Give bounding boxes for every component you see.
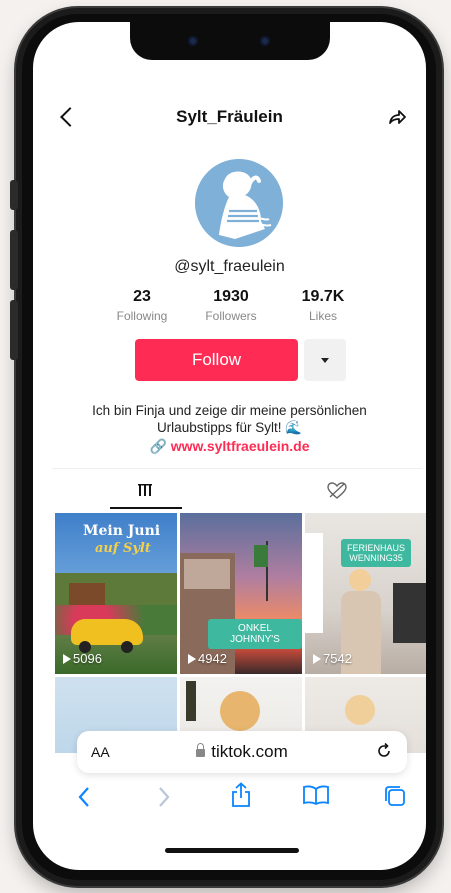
tile-person-head [349,569,371,591]
tile-person-head [220,691,260,731]
tile-person-head [345,695,375,725]
bookmarks-icon[interactable] [303,785,329,805]
tile-tag-line: WENNING35 [349,553,403,563]
video-tile[interactable]: Mein Juni auf Sylt 5096 [55,513,177,674]
tile-subtitle: auf Sylt [95,541,151,556]
tile-tag: FERIENHAUS WENNING35 [341,539,412,567]
profile-link[interactable]: 🔗 www.syltfraeulein.de [33,438,426,455]
bio-line: Urlaubstipps für Sylt! 🌊 [156,420,303,435]
stat-followers[interactable]: 1930 Followers [191,288,271,323]
share-sheet-icon[interactable] [231,782,251,808]
browser-address-bar[interactable]: AA tiktok.com [77,731,407,773]
tile-window [184,559,230,589]
phone-screen: Sylt_Fräulein @sylt_fraeulein 23 Followi… [33,22,426,870]
stat-following[interactable]: 23 Following [102,288,182,323]
bio-line: Ich bin Finja und zeige dir meine persön… [92,403,367,418]
view-count: 4942 [188,651,227,666]
reload-icon[interactable] [375,742,393,760]
view-count-value: 4942 [198,651,227,666]
sensor-icon [260,36,270,46]
suggested-accounts-button[interactable] [304,339,346,381]
tile-bottle [186,681,196,721]
home-indicator[interactable] [165,848,299,853]
stat-likes[interactable]: 19.7K Likes [283,288,363,323]
video-tile[interactable]: ONKEL JOHNNY'S 4942 [180,513,302,674]
view-count: 7542 [313,651,352,666]
tabs-icon[interactable] [383,784,407,808]
tile-furniture [393,583,426,643]
stat-value: 1930 [213,288,249,305]
profile-link-text: www.syltfraeulein.de [170,438,310,454]
tile-flag [254,545,268,567]
play-icon [313,654,321,664]
camera-icon [188,36,198,46]
follow-button[interactable]: Follow [135,339,298,381]
tab-videos-grid-icon[interactable] [138,483,152,497]
video-tile[interactable]: FERIENHAUS WENNING35 7542 [305,513,426,674]
url-display[interactable]: tiktok.com [77,742,407,762]
view-count-value: 5096 [73,651,102,666]
play-icon [188,654,196,664]
view-count-value: 7542 [323,651,352,666]
stat-value: 19.7K [301,288,345,305]
share-icon[interactable] [386,106,408,128]
mute-switch [10,180,18,210]
stat-label: Following [116,309,168,323]
active-tab-indicator [110,507,182,509]
profile-bio: Ich bin Finja und zeige dir meine persön… [53,402,406,436]
tile-tag-line: FERIENHAUS [347,543,406,553]
profile-username: @sylt_fraeulein [174,258,285,275]
back-arrow-icon[interactable] [77,786,91,808]
page-title: Sylt_Fräulein [176,107,283,126]
volume-up-button [10,230,18,290]
view-count: 5096 [63,651,102,666]
tile-title: Mein Juni [83,523,161,539]
lock-icon [196,743,206,757]
video-grid: Mein Juni auf Sylt 5096 ONKEL JOHNNY'S 4… [55,513,426,753]
tab-liked-hidden-icon[interactable] [327,482,347,500]
tile-window [305,533,323,633]
volume-down-button [10,300,18,360]
url-text: tiktok.com [211,742,288,761]
profile-tabs [52,468,422,509]
tile-car-wheel [121,641,133,653]
link-icon: 🔗 [149,438,167,454]
browser-toolbar [33,778,426,818]
stat-value: 23 [133,288,151,305]
avatar-illustration-icon [195,159,283,247]
notch [130,22,330,60]
caret-down-icon [321,358,329,363]
avatar[interactable] [195,159,283,247]
forward-arrow-icon[interactable] [157,786,171,808]
play-icon [63,654,71,664]
stat-label: Followers [205,309,257,323]
profile-topbar: Sylt_Fräulein [33,104,426,134]
tile-tag: ONKEL JOHNNY'S [208,619,302,649]
stat-label: Likes [308,309,337,323]
